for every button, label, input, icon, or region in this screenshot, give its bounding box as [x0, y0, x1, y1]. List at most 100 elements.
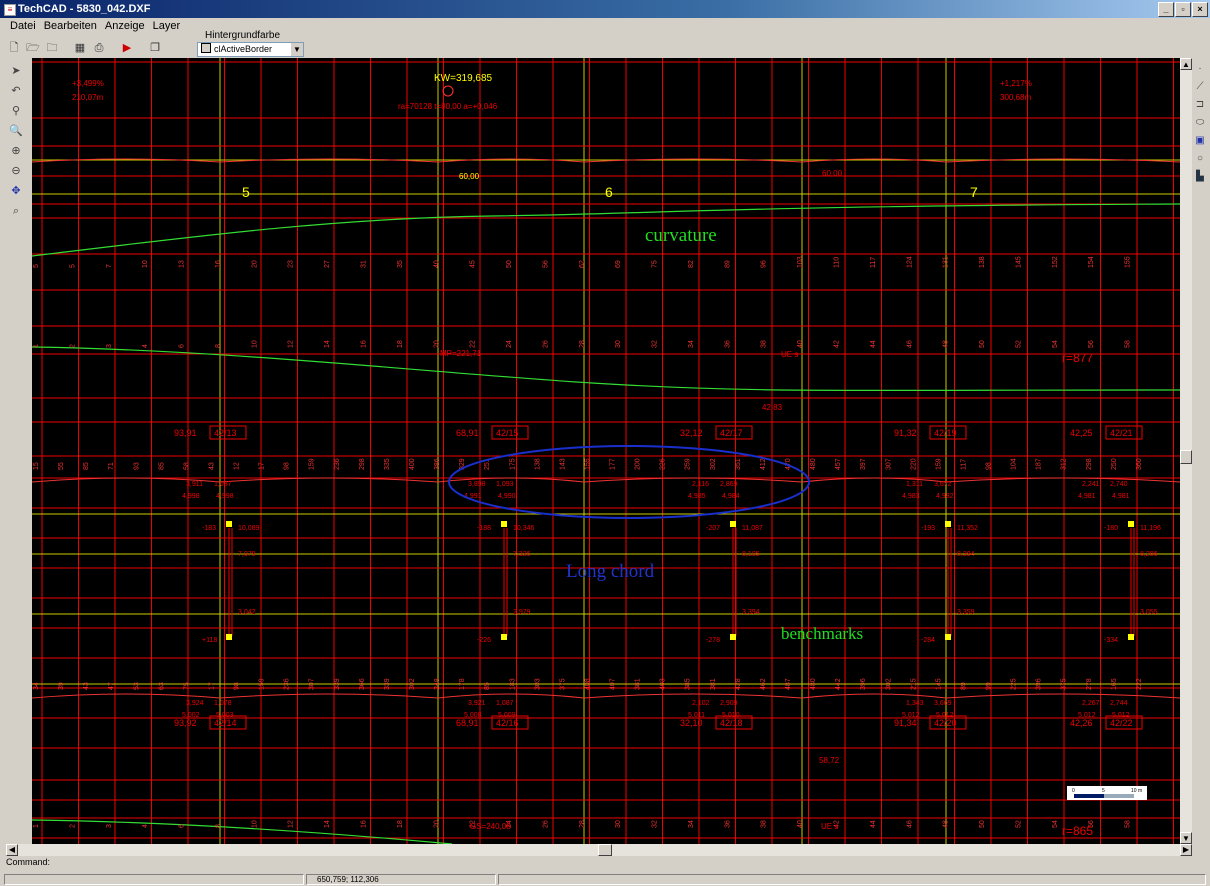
tick-label-bottom: 12 — [288, 820, 295, 828]
benchmark-v1: 11,196 — [1140, 525, 1161, 532]
circle-icon[interactable]: ○ — [1192, 152, 1208, 166]
tick-label-mid: 38 — [761, 340, 768, 348]
export-icon[interactable]: ▶ — [119, 40, 135, 56]
new-file-icon[interactable]: 🗋 — [6, 40, 22, 56]
zoom-all-icon[interactable]: ⌕ — [8, 204, 24, 219]
chord-b-bottom: 2,909 — [720, 700, 738, 707]
undo-view-icon[interactable]: ↶ — [8, 84, 24, 99]
tick-label-row4: 225 — [1011, 678, 1018, 690]
tick-label-row3: 259 — [685, 458, 692, 470]
tick-label-top: 27 — [324, 260, 331, 268]
segment-5: 5 — [242, 184, 250, 200]
tick-label-row4: 145 — [935, 678, 942, 690]
tick-label-bottom: 54 — [1052, 820, 1059, 828]
tick-label-mid: 16 — [360, 340, 367, 348]
station-box-label-top: 42/21 — [1110, 428, 1133, 438]
tick-label-row3: 71 — [108, 462, 115, 470]
copy-icon[interactable]: ❐ — [147, 40, 163, 56]
save-icon[interactable]: ▦ — [72, 40, 88, 56]
tick-label-row4: 75 — [183, 682, 190, 690]
background-color-label: Hintergrundfarbe — [205, 30, 281, 41]
chevron-down-icon[interactable]: ▼ — [291, 43, 303, 56]
menu-datei[interactable]: Datei — [10, 20, 36, 36]
menu-anzeige[interactable]: Anzeige — [105, 20, 145, 36]
close-button[interactable]: × — [1192, 2, 1208, 17]
scroll-left-icon[interactable]: ◀ — [6, 844, 18, 856]
tick-label-row4: 366 — [359, 678, 366, 690]
tick-label-row4: 99 — [986, 682, 993, 690]
tick-label-top: 154 — [1088, 256, 1095, 268]
title-bar: ≡ TechCAD - 5830_042.DXF _ ▫ × — [0, 0, 1210, 18]
station-value-top: 93,91 — [174, 428, 197, 438]
tick-label-row3: 104 — [1011, 458, 1018, 470]
curvature-line-3 — [32, 819, 453, 844]
tick-label-row4: 85 — [484, 682, 491, 690]
drawing-canvas[interactable]: 5 5 7 10 13 16 20 23 27 31 35 40 45 50 56 62 69 75 82 89 96 1… — [32, 58, 1180, 844]
length-right: 300,68m — [1000, 93, 1031, 102]
line-icon[interactable]: ⟋ — [1192, 80, 1208, 94]
pointer-icon[interactable]: ➤ — [8, 64, 24, 79]
open-file-icon[interactable]: 🗁 — [25, 40, 41, 56]
tick-label-bottom: 48 — [943, 820, 950, 828]
tick-label-row4: 39 — [58, 682, 65, 690]
chord-d-bottom: 5,003 — [216, 712, 234, 719]
chord-c-bottom: 5,011 — [688, 712, 705, 719]
background-color-select[interactable]: clActiveBorder ▼ — [197, 42, 304, 57]
menu-bearbeiten[interactable]: Bearbeiten — [44, 20, 97, 36]
pan-icon[interactable]: ✥ — [8, 184, 24, 199]
vertical-scroll-thumb[interactable] — [1180, 450, 1192, 464]
menu-layer[interactable]: Layer — [153, 20, 181, 36]
chord-a-top: 3,911 — [186, 481, 203, 488]
image-icon[interactable]: ▣ — [1192, 134, 1208, 148]
vertical-scrollbar[interactable]: ▲ ▼ — [1180, 58, 1192, 844]
minimize-button[interactable]: _ — [1158, 2, 1174, 17]
station-box-label-bottom: 42/18 — [720, 718, 743, 728]
benchmark-marker-bottom — [945, 634, 951, 640]
zoom-in-icon[interactable]: ⊕ — [8, 144, 24, 159]
tick-label-top: 5 — [33, 264, 40, 268]
tick-label-top: 75 — [652, 260, 659, 268]
benchmark-v2: 7,326 — [513, 551, 531, 558]
tick-label-row4: 159 — [259, 678, 266, 690]
benchmark-v1: 11,352 — [957, 525, 978, 532]
horizontal-scrollbar[interactable]: ◀ ▶ — [6, 844, 1192, 856]
tick-label-top: 131 — [943, 256, 950, 268]
zoom-icon[interactable]: 🔍 — [8, 124, 24, 139]
station-box-label-top: 42/15 — [496, 428, 519, 438]
polyline-icon[interactable]: ⊐ — [1192, 98, 1208, 112]
kw-label: KW=319,685 — [434, 73, 493, 84]
chord-b-top: 2,869 — [720, 481, 738, 488]
scroll-down-icon[interactable]: ▼ — [1180, 832, 1192, 844]
tick-label-mid: 20 — [433, 340, 440, 348]
tick-label-top: 31 — [360, 260, 367, 268]
radius-865: r=865 — [1062, 824, 1093, 838]
chord-a-bottom: 3,924 — [186, 700, 204, 707]
scroll-right-icon[interactable]: ▶ — [1180, 844, 1192, 856]
horizontal-scroll-thumb[interactable] — [598, 844, 612, 856]
layer-icon[interactable]: ▙ — [1192, 170, 1208, 184]
tick-label-top: 124 — [906, 256, 913, 268]
tick-label-row4: 339 — [334, 678, 341, 690]
ellipse-icon[interactable]: ⬭ — [1192, 116, 1208, 130]
print-icon[interactable]: ⎙ — [91, 40, 107, 56]
tick-label-bottom: 28 — [579, 820, 586, 828]
tick-label-bottom: 38 — [761, 820, 768, 828]
benchmark-v2: 8,286 — [1140, 551, 1158, 558]
zoom-window-icon[interactable]: ⚲ — [8, 104, 24, 119]
scroll-up-icon[interactable]: ▲ — [1180, 58, 1192, 70]
point-icon[interactable]: · — [1192, 62, 1208, 76]
app-icon[interactable]: ≡ — [4, 4, 16, 16]
annotation-benchmarks: benchmarks — [781, 624, 863, 643]
tick-label-mid: 18 — [397, 340, 404, 348]
tick-label-mid: 54 — [1052, 340, 1059, 348]
open-folder-icon[interactable]: 🗀 — [44, 40, 60, 56]
tick-label-row4: 302 — [409, 678, 416, 690]
tick-label-top: 96 — [761, 260, 768, 268]
maximize-button[interactable]: ▫ — [1175, 2, 1191, 17]
zoom-out-icon[interactable]: ⊖ — [8, 164, 24, 179]
benchmark-v2: 7,079 — [238, 551, 256, 558]
chord-d-bottom: 5,009 — [498, 712, 516, 719]
tick-label-row3: 17 — [259, 462, 266, 470]
chord-d-top: 4,981 — [1112, 493, 1130, 500]
length-left: 210,07m — [72, 93, 103, 102]
